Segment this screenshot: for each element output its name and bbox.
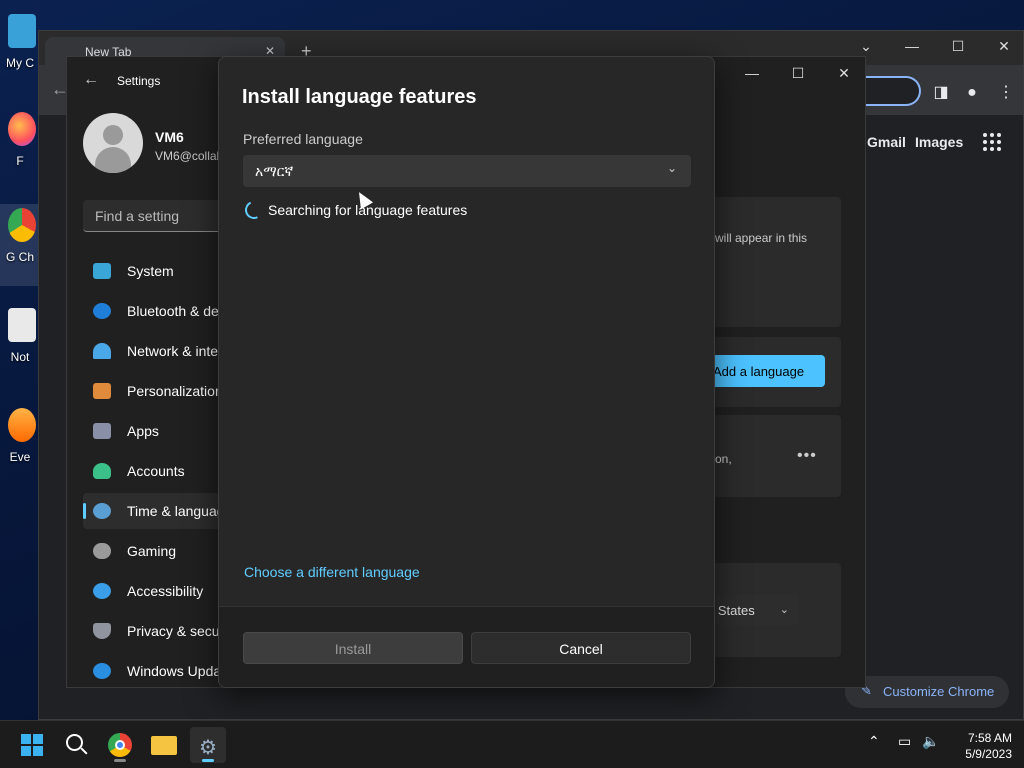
sidebar-item-gaming[interactable]: Gaming bbox=[83, 533, 223, 569]
maximize-icon[interactable]: ☐ bbox=[775, 57, 821, 89]
chrome-icon bbox=[8, 208, 36, 242]
sidebar-item-apps[interactable]: Apps bbox=[83, 413, 223, 449]
loading-spinner-icon bbox=[242, 198, 266, 222]
volume-icon[interactable]: 🔈 bbox=[922, 733, 939, 750]
sidebar-item-label: System bbox=[127, 263, 174, 279]
bluetooth-icon bbox=[93, 303, 111, 319]
language-item-card bbox=[713, 415, 841, 497]
settings-taskbar-button[interactable]: ⚙ bbox=[190, 727, 226, 763]
file-explorer-button[interactable] bbox=[146, 727, 182, 763]
sidebar-item-label: Accessibility bbox=[127, 583, 204, 599]
clock[interactable]: 7:58 AM 5/9/2023 bbox=[950, 730, 1012, 762]
desktop-icon-label: My C bbox=[6, 56, 34, 70]
notepad-icon bbox=[8, 308, 36, 342]
sidebar-item-label: Personalization bbox=[127, 383, 223, 399]
cancel-button[interactable]: Cancel bbox=[471, 632, 691, 664]
desktop-icon-firefox[interactable]: F bbox=[0, 108, 40, 188]
brush-icon bbox=[93, 383, 111, 399]
install-language-features-dialog: Install language features Preferred lang… bbox=[218, 56, 715, 688]
sidebar-item-bluetooth[interactable]: Bluetooth & devices bbox=[83, 293, 251, 329]
sidebar-item-windows-update[interactable]: Windows Update bbox=[83, 653, 233, 689]
folder-icon bbox=[151, 736, 177, 755]
close-icon[interactable]: ✕ bbox=[981, 31, 1024, 61]
user-email: VM6@collab bbox=[155, 149, 219, 163]
accounts-icon bbox=[93, 463, 111, 479]
customize-chrome-button[interactable]: ✎ Customize Chrome bbox=[845, 676, 1009, 708]
sidebar-item-accounts[interactable]: Accounts bbox=[83, 453, 223, 489]
shield-icon bbox=[93, 623, 111, 639]
clock-time: 7:58 AM bbox=[967, 731, 1012, 745]
update-icon bbox=[93, 663, 111, 679]
desktop-icon-label: G Ch bbox=[5, 250, 34, 264]
back-icon[interactable]: ← bbox=[83, 71, 99, 89]
more-options-icon[interactable]: ••• bbox=[797, 447, 817, 465]
sidebar-item-privacy[interactable]: Privacy & security bbox=[83, 613, 238, 649]
menu-icon[interactable]: ⋮ bbox=[994, 81, 1018, 105]
add-language-button[interactable]: Add a language bbox=[711, 355, 825, 387]
computer-icon bbox=[8, 14, 36, 48]
preferred-language-dropdown[interactable]: አማርኛ ⌄ bbox=[243, 155, 691, 187]
desktop-icon-notepad[interactable]: Not bbox=[0, 304, 40, 384]
language-item-text: on, bbox=[715, 452, 732, 466]
sidebar-item-system[interactable]: System bbox=[83, 253, 223, 289]
avatar[interactable] bbox=[83, 113, 143, 173]
network-icon[interactable]: ▭ bbox=[898, 733, 911, 750]
choose-different-language-link[interactable]: Choose a different language bbox=[244, 564, 420, 580]
system-icon bbox=[93, 263, 111, 279]
side-panel-icon[interactable]: ◨ bbox=[929, 81, 953, 105]
images-link[interactable]: Images bbox=[915, 134, 963, 150]
network-icon bbox=[93, 343, 111, 359]
customize-chrome-label: Customize Chrome bbox=[883, 684, 995, 699]
accessibility-icon bbox=[93, 583, 111, 599]
event-icon bbox=[8, 408, 36, 442]
install-button[interactable]: Install bbox=[243, 632, 463, 664]
sidebar-item-label: Windows Update bbox=[127, 663, 233, 679]
desktop-icon-event[interactable]: Eve bbox=[0, 404, 40, 484]
close-icon[interactable]: ✕ bbox=[821, 57, 867, 89]
maximize-icon[interactable]: ☐ bbox=[935, 31, 981, 61]
clock-date: 5/9/2023 bbox=[965, 747, 1012, 761]
taskbar: ⚙ ⌃ ▭ 🔈 7:58 AM 5/9/2023 bbox=[0, 720, 1024, 768]
sidebar-item-label: Apps bbox=[127, 423, 159, 439]
desktop-icon-label: Not bbox=[10, 350, 30, 364]
selected-language: አማርኛ bbox=[255, 163, 294, 179]
languages-description: will appear in this bbox=[715, 231, 808, 245]
gmail-link[interactable]: Gmail bbox=[867, 134, 906, 150]
search-icon[interactable] bbox=[58, 727, 94, 763]
chevron-down-icon: ⌄ bbox=[779, 604, 789, 616]
sidebar-item-accessibility[interactable]: Accessibility bbox=[83, 573, 223, 609]
firefox-icon bbox=[8, 112, 36, 146]
user-name: VM6 bbox=[155, 129, 184, 145]
preferred-language-label: Preferred language bbox=[243, 131, 363, 147]
chevron-down-icon: ⌄ bbox=[666, 161, 677, 175]
sidebar-item-network[interactable]: Network & internet bbox=[83, 333, 242, 369]
settings-title: Settings bbox=[117, 74, 161, 88]
globe-clock-icon bbox=[93, 503, 111, 519]
apps-icon bbox=[93, 423, 111, 439]
chevron-up-icon[interactable]: ⌃ bbox=[868, 733, 880, 750]
gamepad-icon bbox=[93, 543, 111, 559]
minimize-icon[interactable]: — bbox=[729, 57, 775, 89]
desktop-icon-google-chrome[interactable]: G Ch bbox=[0, 204, 40, 286]
omnibox[interactable] bbox=[859, 76, 921, 106]
sidebar-item-label: Gaming bbox=[127, 543, 177, 559]
desktop-icon-label: F bbox=[16, 154, 24, 168]
sidebar-item-label: Accounts bbox=[127, 463, 185, 479]
sidebar-item-label: Time & language bbox=[127, 503, 233, 519]
desktop-icon-my-computer[interactable]: My C bbox=[0, 10, 40, 90]
gear-icon: ⚙ bbox=[199, 737, 217, 759]
start-button[interactable] bbox=[14, 727, 50, 763]
dialog-footer: Install Cancel bbox=[219, 606, 714, 687]
sidebar-item-personalization[interactable]: Personalization bbox=[83, 373, 223, 409]
sidebar-item-time-language[interactable]: Time & language bbox=[83, 493, 232, 529]
country-region-dropdown[interactable]: d States ⌄ bbox=[707, 595, 799, 625]
chrome-taskbar-button[interactable] bbox=[102, 727, 138, 763]
desktop-icon-label: Eve bbox=[9, 450, 31, 464]
preferred-languages-card bbox=[713, 197, 841, 327]
dialog-title: Install language features bbox=[242, 86, 477, 108]
google-apps-icon[interactable] bbox=[983, 133, 1003, 153]
minimize-icon[interactable]: — bbox=[889, 31, 935, 61]
profile-icon[interactable]: ● bbox=[960, 81, 984, 105]
